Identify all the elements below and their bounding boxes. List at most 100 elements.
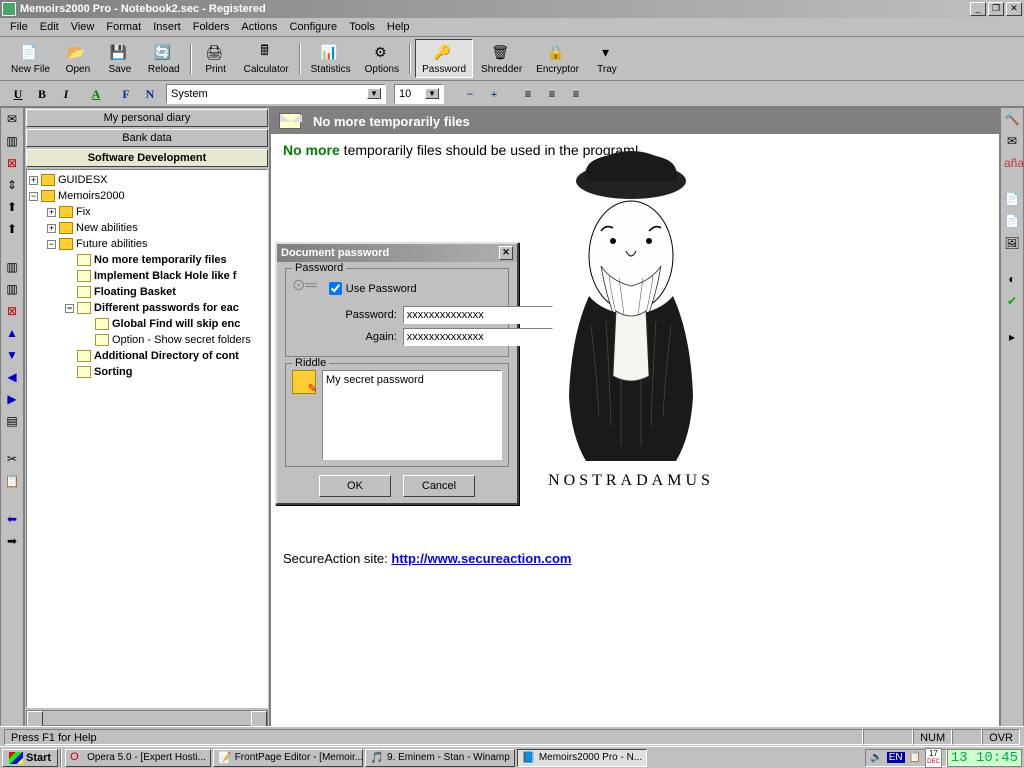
tool-icon[interactable]: 🔨: [1004, 112, 1020, 128]
underline-button[interactable]: U: [7, 84, 29, 104]
tool-icon[interactable]: ◐: [1004, 272, 1020, 288]
italic-button[interactable]: I: [55, 84, 77, 104]
tray-button[interactable]: ▾Tray: [587, 40, 627, 77]
align-center-button[interactable]: ≡: [541, 84, 563, 104]
tool-icon[interactable]: ▤: [4, 414, 20, 430]
menu-insert[interactable]: Insert: [147, 19, 187, 35]
expand-icon[interactable]: +: [29, 176, 38, 185]
reload-button[interactable]: 🔄Reload: [142, 40, 186, 77]
cancel-button[interactable]: Cancel: [403, 475, 475, 497]
secureaction-link[interactable]: http://www.secureaction.com: [391, 551, 571, 566]
expand-icon[interactable]: +: [47, 208, 56, 217]
menu-actions[interactable]: Actions: [235, 19, 283, 35]
password-button[interactable]: 🔑Password: [415, 39, 473, 78]
tool-icon[interactable]: 📋: [4, 474, 20, 490]
password-again-input[interactable]: [403, 328, 553, 346]
tree-item[interactable]: Global Find will skip enc: [112, 318, 240, 330]
task-frontpage[interactable]: 📝FrontPage Editor - [Memoir...: [213, 749, 363, 767]
tool-icon[interactable]: ▶: [4, 392, 20, 408]
tree-item[interactable]: Future abilities: [76, 238, 148, 250]
decrease-button[interactable]: −: [459, 84, 481, 104]
password-input[interactable]: [403, 306, 553, 324]
tree-item[interactable]: Implement Black Hole like f: [94, 270, 236, 282]
tray-icon[interactable]: 📋: [909, 752, 921, 763]
tool-icon[interactable]: 🖼: [1004, 236, 1020, 252]
menu-format[interactable]: Format: [100, 19, 147, 35]
tool-icon[interactable]: ⬅: [4, 512, 20, 528]
font-color-button[interactable]: A: [85, 84, 107, 104]
tool-icon[interactable]: ⊠: [4, 304, 20, 320]
use-password-checkbox[interactable]: [329, 282, 342, 295]
tree-item[interactable]: Sorting: [94, 366, 133, 378]
tool-icon[interactable]: ▲: [4, 326, 20, 342]
tool-icon[interactable]: ⊠: [4, 156, 20, 172]
collapse-icon[interactable]: −: [47, 240, 56, 249]
task-memoirs[interactable]: 📘Memoirs2000 Pro - N...: [517, 749, 647, 767]
close-button[interactable]: ✕: [1006, 2, 1022, 16]
minimize-button[interactable]: _: [970, 2, 986, 16]
print-button[interactable]: 🖨Print: [196, 40, 236, 77]
open-button[interactable]: 📂Open: [58, 40, 98, 77]
tree-item[interactable]: Different passwords for eac: [94, 302, 239, 314]
tool-icon[interactable]: ✂: [4, 452, 20, 468]
clock[interactable]: 13 10:45: [947, 749, 1022, 767]
n-button[interactable]: N: [139, 84, 161, 104]
task-winamp[interactable]: 🎵9. Eminem - Stan - Winamp: [365, 749, 515, 767]
menu-view[interactable]: View: [65, 19, 101, 35]
menu-configure[interactable]: Configure: [283, 19, 343, 35]
tool-icon[interactable]: aña: [1004, 156, 1020, 172]
tab-software-development[interactable]: Software Development: [26, 149, 268, 167]
calculator-button[interactable]: 🖩Calculator: [238, 40, 295, 77]
tree-item[interactable]: Additional Directory of cont: [94, 350, 239, 362]
tree-item[interactable]: New abilities: [76, 222, 138, 234]
tool-icon[interactable]: ⬆: [4, 200, 20, 216]
tree-item[interactable]: Fix: [76, 206, 91, 218]
ok-button[interactable]: OK: [319, 475, 391, 497]
tool-icon[interactable]: ▼: [4, 348, 20, 364]
tree-item[interactable]: Memoirs2000: [58, 190, 125, 202]
menu-file[interactable]: File: [4, 19, 34, 35]
tool-icon[interactable]: ➡: [4, 534, 20, 550]
tool-icon[interactable]: ▸: [1004, 330, 1020, 346]
encryptor-button[interactable]: 🔒Encryptor: [530, 40, 585, 77]
tree-view[interactable]: + GUIDESX − Memoirs2000 + Fix + New abilitie…: [26, 169, 268, 708]
menu-folders[interactable]: Folders: [187, 19, 236, 35]
tool-icon[interactable]: 📄: [1004, 214, 1020, 230]
menu-help[interactable]: Help: [381, 19, 416, 35]
maximize-button[interactable]: ❐: [988, 2, 1004, 16]
tree-item[interactable]: Floating Basket: [94, 286, 176, 298]
collapse-icon[interactable]: −: [65, 304, 74, 313]
tool-icon[interactable]: 📄: [1004, 192, 1020, 208]
menu-edit[interactable]: Edit: [34, 19, 65, 35]
horizontal-scrollbar[interactable]: [26, 710, 268, 726]
dialog-close-button[interactable]: ✕: [499, 246, 513, 260]
tree-item[interactable]: Option - Show secret folders: [112, 334, 251, 346]
tray-icon[interactable]: 🔊: [870, 752, 882, 763]
align-right-button[interactable]: ≡: [565, 84, 587, 104]
statistics-button[interactable]: 📊Statistics: [305, 40, 357, 77]
tool-icon[interactable]: ✔: [1004, 294, 1020, 310]
system-tray[interactable]: 🔊 EN 📋 17DEC: [865, 749, 946, 767]
shredder-button[interactable]: 🗑Shredder: [475, 40, 528, 77]
save-button[interactable]: 💾Save: [100, 40, 140, 77]
menu-tools[interactable]: Tools: [343, 19, 381, 35]
tool-icon[interactable]: ◀: [4, 370, 20, 386]
tool-icon[interactable]: ▥: [4, 282, 20, 298]
collapse-icon[interactable]: −: [29, 192, 38, 201]
options-button[interactable]: ⚙Options: [359, 40, 405, 77]
align-left-button[interactable]: ≡: [517, 84, 539, 104]
tool-icon[interactable]: ✉: [1004, 134, 1020, 150]
tab-bank-data[interactable]: Bank data: [26, 129, 268, 147]
tree-item[interactable]: GUIDESX: [58, 174, 108, 186]
language-indicator[interactable]: EN: [887, 752, 905, 763]
tool-icon[interactable]: ⬆: [4, 222, 20, 238]
tool-icon[interactable]: ⇕: [4, 178, 20, 194]
tool-icon[interactable]: ▥: [4, 260, 20, 276]
expand-icon[interactable]: +: [47, 224, 56, 233]
start-button[interactable]: Start: [2, 749, 58, 767]
task-opera[interactable]: OOpera 5.0 - [Expert Hosti...: [65, 749, 211, 767]
f-button[interactable]: F: [115, 84, 137, 104]
font-select[interactable]: System▼: [166, 84, 386, 104]
increase-button[interactable]: +: [483, 84, 505, 104]
tool-icon[interactable]: ✉: [4, 112, 20, 128]
